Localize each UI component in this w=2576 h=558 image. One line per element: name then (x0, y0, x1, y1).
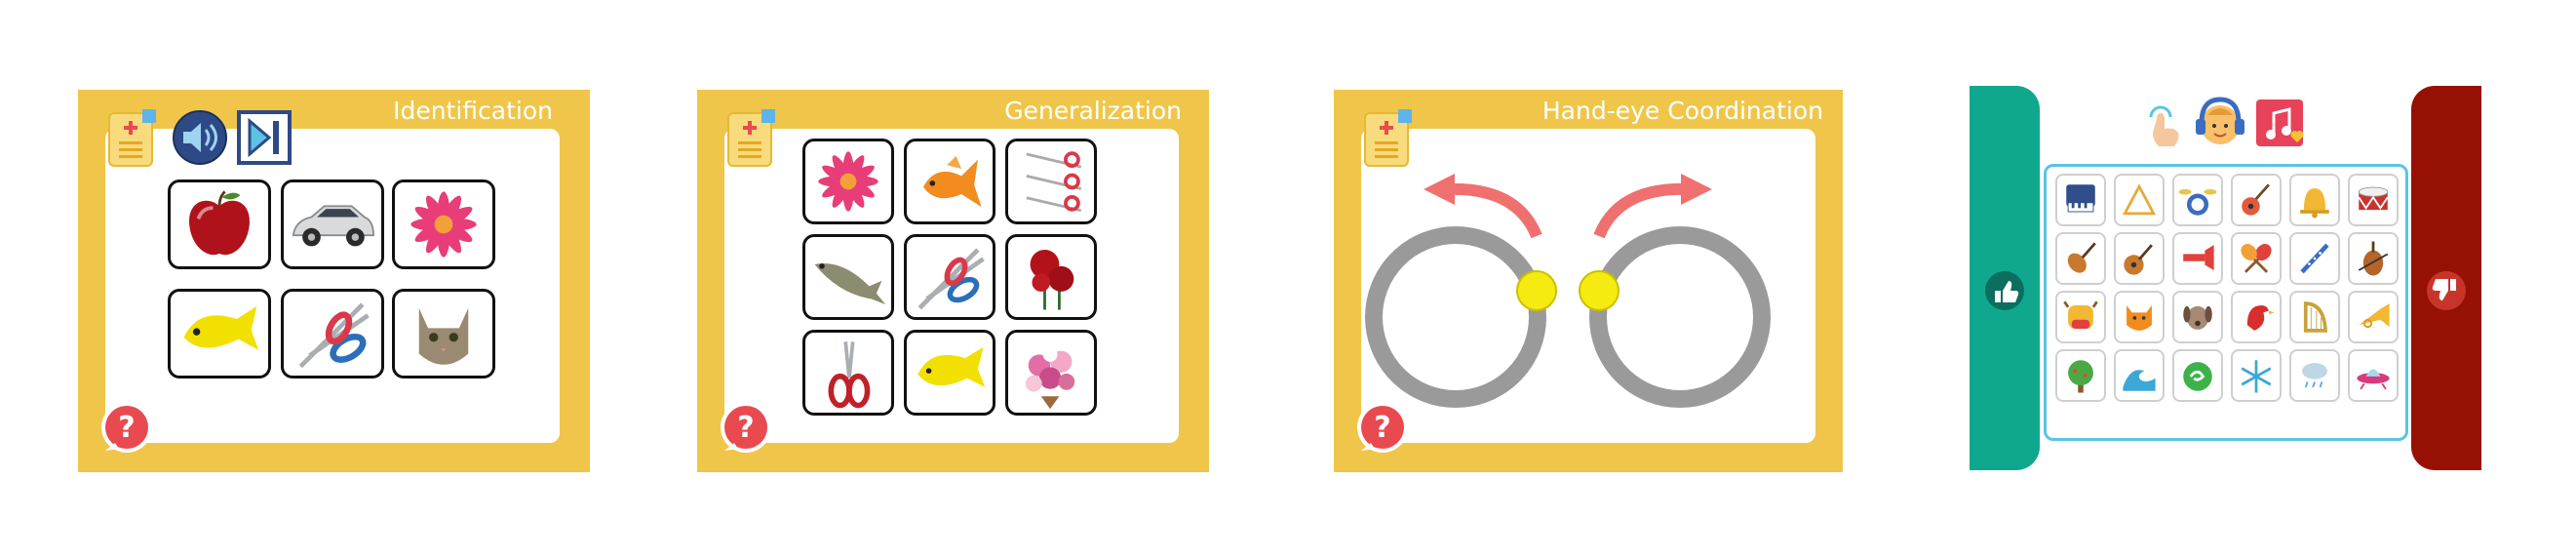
tile-tree[interactable] (2055, 349, 2106, 402)
card-car[interactable] (281, 179, 384, 269)
coordination-game-area[interactable] (1361, 129, 1815, 443)
thumbs-up-side[interactable] (1970, 86, 2040, 470)
identification-title: Identification (393, 97, 553, 125)
hand-tap-icon (2145, 100, 2184, 150)
card-scissors[interactable] (281, 289, 384, 379)
speaker-icon[interactable] (172, 109, 228, 166)
tile-snowflake[interactable] (2231, 349, 2282, 402)
thumbs-up-icon[interactable] (1983, 269, 2026, 312)
skip-forward-icon[interactable] (236, 109, 293, 166)
generalization-title: Generalization (1004, 97, 1182, 125)
tile-rain[interactable] (2289, 349, 2340, 402)
tile-bell[interactable] (2289, 174, 2340, 226)
tile-guitar[interactable] (2231, 174, 2282, 226)
tile-piano[interactable] (2055, 174, 2106, 226)
tile-flute[interactable] (2289, 232, 2340, 285)
tile-ufo[interactable] (2348, 349, 2399, 402)
card-cat[interactable] (392, 289, 495, 379)
identification-content-area (105, 129, 560, 443)
hand-eye-title: Hand-eye Coordination (1542, 97, 1823, 125)
card-goldfish[interactable] (904, 139, 995, 224)
tile-triangle[interactable] (2114, 174, 2165, 226)
card-flower[interactable] (802, 139, 894, 224)
tile-harp[interactable] (2289, 291, 2340, 343)
help-question-icon[interactable]: ? (98, 400, 154, 457)
thumbs-down-side[interactable] (2411, 86, 2481, 470)
svg-text:?: ? (1374, 411, 1390, 445)
thumbs-down-icon[interactable] (2425, 269, 2468, 312)
card-yellow-fish[interactable] (904, 330, 995, 416)
card-fish[interactable] (168, 289, 271, 379)
right-ring (1589, 226, 1771, 408)
right-ball (1579, 270, 1620, 311)
document-plus-icon[interactable] (105, 109, 162, 172)
left-ring (1365, 226, 1546, 408)
document-plus-icon[interactable] (724, 109, 781, 172)
card-apple[interactable] (168, 179, 271, 269)
tile-cat[interactable] (2114, 291, 2165, 343)
identification-panel: Identification ? (78, 90, 590, 472)
tile-cow[interactable] (2055, 291, 2106, 343)
tile-bird[interactable] (2231, 291, 2282, 343)
sound-grid-panel (1970, 86, 2481, 470)
card-scissors[interactable] (904, 234, 995, 320)
card-scissors-group[interactable] (1005, 139, 1097, 224)
tile-wind[interactable] (2172, 349, 2223, 402)
headphones-boy-icon (2192, 94, 2248, 152)
tile-mandolin[interactable] (2114, 232, 2165, 285)
card-trout[interactable] (802, 234, 894, 320)
tile-drum-kit[interactable] (2172, 174, 2223, 226)
tile-horn[interactable] (2348, 291, 2399, 343)
card-roses[interactable] (1005, 234, 1097, 320)
hand-eye-panel: Hand-eye Coordination ? (1334, 90, 1843, 472)
tile-violin[interactable] (2055, 232, 2106, 285)
tile-trumpet-red[interactable] (2172, 232, 2223, 285)
help-question-icon[interactable]: ? (1353, 400, 1410, 457)
help-question-icon[interactable]: ? (717, 400, 773, 457)
tile-maracas[interactable] (2231, 232, 2282, 285)
generalization-panel: Generalization ? (697, 90, 1209, 472)
tile-wave[interactable] (2114, 349, 2165, 402)
music-note-heart-icon (2254, 98, 2311, 152)
tile-snare-drum[interactable] (2348, 174, 2399, 226)
card-flower[interactable] (392, 179, 495, 269)
svg-text:?: ? (737, 411, 754, 445)
tile-cello[interactable] (2348, 232, 2399, 285)
card-red-scissors[interactable] (802, 330, 894, 416)
card-bouquet[interactable] (1005, 330, 1097, 416)
tile-dog[interactable] (2172, 291, 2223, 343)
left-ball (1516, 270, 1557, 311)
svg-text:?: ? (118, 411, 135, 445)
